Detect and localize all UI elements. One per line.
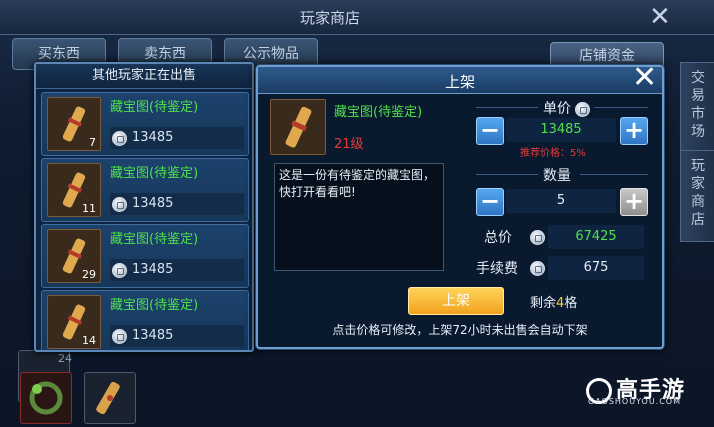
item-price-box: 13485 bbox=[110, 325, 244, 347]
listing-row[interactable]: 29 藏宝图(待鉴定) 13485 bbox=[41, 224, 249, 288]
item-price: 13485 bbox=[132, 196, 174, 211]
item-description: 这是一份有待鉴定的藏宝图，快打开看看吧! bbox=[274, 163, 444, 271]
shop-titlebar: 玩家商店 ✕ bbox=[0, 0, 714, 35]
price-plus-button[interactable]: + bbox=[620, 117, 648, 145]
selected-item-level: 21级 bbox=[334, 137, 364, 152]
treasure-map-icon bbox=[96, 381, 120, 415]
shop-close-icon[interactable]: ✕ bbox=[649, 2, 671, 32]
remaining-slots: 剩余4格 bbox=[530, 292, 577, 311]
listing-row[interactable]: 7 藏宝图(待鉴定) 13485 bbox=[41, 92, 249, 156]
quantity-minus-button[interactable]: − bbox=[476, 188, 504, 216]
fee-label: 手续费 bbox=[476, 261, 518, 277]
recommended-price-hint: 推荐价格：5% bbox=[520, 148, 586, 159]
listing-row[interactable]: 14 藏宝图(待鉴定) 13485 bbox=[41, 290, 249, 350]
unit-price-field[interactable]: 13485 bbox=[506, 118, 616, 142]
item-price-box: 13485 bbox=[110, 259, 244, 281]
coin-icon bbox=[575, 102, 590, 117]
slot-count-label: 24 bbox=[58, 352, 72, 365]
listing-row[interactable]: 11 藏宝图(待鉴定) 13485 bbox=[41, 158, 249, 222]
item-slot: 29 bbox=[47, 229, 101, 283]
coin-icon bbox=[112, 131, 127, 146]
item-name: 藏宝图(待鉴定) bbox=[110, 100, 199, 115]
total-label: 总价 bbox=[484, 230, 512, 246]
item-name: 藏宝图(待鉴定) bbox=[110, 166, 199, 181]
unit-price-label: 单价 bbox=[543, 101, 571, 117]
dialog-title: 上架 bbox=[444, 73, 475, 91]
side-tab-trade-market[interactable]: 交易市场 bbox=[680, 62, 714, 154]
watermark-url: GAOSHOUYOU.COM bbox=[588, 397, 682, 406]
quantity-plus-button[interactable]: + bbox=[620, 188, 648, 216]
item-price: 13485 bbox=[132, 262, 174, 277]
treasure-map-icon bbox=[285, 106, 312, 148]
coin-icon bbox=[112, 197, 127, 212]
item-name: 藏宝图(待鉴定) bbox=[110, 232, 199, 247]
divider bbox=[476, 107, 538, 108]
divider bbox=[580, 174, 648, 175]
item-name: 藏宝图(待鉴定) bbox=[110, 298, 199, 313]
left-panel-title: 其他玩家正在出售 bbox=[36, 64, 252, 89]
item-slot: 7 bbox=[47, 97, 101, 151]
item-price: 13485 bbox=[132, 130, 174, 145]
item-price-box: 13485 bbox=[110, 193, 244, 215]
inventory-slot-map[interactable] bbox=[84, 372, 136, 424]
quantity-label: 数量 bbox=[543, 168, 571, 184]
footer-note: 点击价格可修改，上架72小时未出售会自动下架 bbox=[332, 323, 588, 337]
remaining-slots-prefix: 剩余 bbox=[530, 296, 557, 311]
item-count: 14 bbox=[82, 334, 96, 347]
price-minus-button[interactable]: − bbox=[476, 117, 504, 145]
divider bbox=[594, 107, 648, 108]
side-tab-player-shop-label: 玩家商店 bbox=[691, 158, 705, 228]
item-slot: 11 bbox=[47, 163, 101, 217]
total-price-value: 67425 bbox=[548, 225, 644, 249]
shop-title: 玩家商店 bbox=[300, 9, 361, 27]
side-tab-player-shop[interactable]: 玩家商店 bbox=[680, 150, 714, 242]
coin-icon bbox=[530, 261, 545, 276]
list-item-dialog: 上架 ✕ 藏宝图(待鉴定) 21级 这是一份有待鉴定的藏宝图，快打开看看吧! 单… bbox=[256, 63, 664, 349]
item-price: 13485 bbox=[132, 328, 174, 343]
side-tab-trade-market-label: 交易市场 bbox=[691, 70, 705, 140]
quantity-field[interactable]: 5 bbox=[506, 189, 616, 213]
ring-icon bbox=[29, 381, 63, 415]
other-players-selling-panel: 其他玩家正在出售 7 藏宝图(待鉴定) 13485 11 藏宝图(待鉴定) 13… bbox=[34, 62, 254, 352]
list-item-button[interactable]: 上架 bbox=[408, 287, 504, 315]
item-count: 29 bbox=[82, 268, 96, 281]
remaining-slots-suffix: 格 bbox=[564, 296, 578, 311]
coin-icon bbox=[112, 263, 127, 278]
selected-item-name: 藏宝图(待鉴定) bbox=[334, 105, 423, 120]
item-price-box: 13485 bbox=[110, 127, 244, 149]
fee-value: 675 bbox=[548, 256, 644, 280]
item-slot: 14 bbox=[47, 295, 101, 349]
divider bbox=[476, 174, 538, 175]
coin-icon bbox=[530, 230, 545, 245]
selected-item-slot bbox=[270, 99, 326, 155]
coin-icon bbox=[112, 329, 127, 344]
item-count: 11 bbox=[82, 202, 96, 215]
item-count: 7 bbox=[89, 136, 96, 149]
inventory-slot-ring[interactable] bbox=[20, 372, 72, 424]
dialog-header: 上架 ✕ bbox=[258, 63, 662, 94]
close-icon[interactable]: ✕ bbox=[632, 63, 657, 93]
treasure-map-icon bbox=[62, 106, 86, 142]
